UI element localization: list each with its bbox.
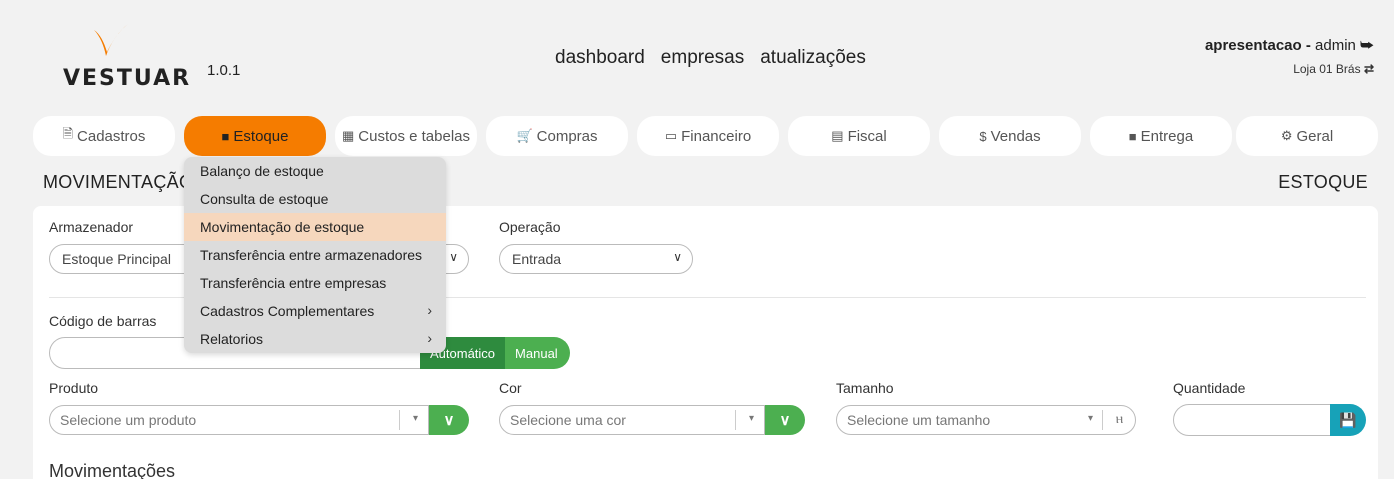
tamanho-label: Tamanho [836,380,894,396]
section-title: ESTOQUE [1278,172,1368,192]
app-version: 1.0.1 [207,62,241,79]
operacao-label: Operação [499,219,561,235]
user-role: admin [1315,37,1356,54]
menu-item-label: Cadastros Complementares [200,303,375,319]
cart-icon: 🛒 [516,128,533,143]
operacao-value: Entrada [512,251,562,267]
produto-placeholder: Selecione um produto [60,412,197,428]
gears-icon: ⚙ [1280,128,1293,143]
caret-down-icon: ▾ [1087,413,1093,424]
menu-item-cadastros-complementares[interactable]: Cadastros Complementares › [184,297,446,325]
divider [1102,410,1103,430]
tab-label: Financeiro [681,127,752,145]
cor-select[interactable]: Selecione uma cor ▾ [499,405,765,435]
tenant-name: apresentacao - [1204,37,1311,54]
dollar-icon: $ [979,128,987,144]
tab-label: Geral [1296,127,1334,145]
menu-item-label: Consulta de estoque [200,191,329,207]
module-tabs: 🗎 Cadastros ■ Estoque ▦ Custos e tabelas… [33,116,1378,156]
tab-estoque[interactable]: ■ Estoque [184,116,326,156]
quantidade-label: Quantidade [1173,380,1246,396]
menu-item-balanco[interactable]: Balanço de estoque [184,157,446,185]
tab-geral[interactable]: ⚙ Geral [1236,116,1378,156]
cor-placeholder: Selecione uma cor [510,412,626,428]
produto-confirm-button[interactable]: ∨ [429,405,469,435]
chevron-right-icon: › [427,330,432,346]
caret-down-icon: ▾ [412,413,418,424]
menu-item-transferencia-empresas[interactable]: Transferência entre empresas [184,269,446,297]
store-switcher[interactable]: Loja 01 Brás ⇄ [1293,62,1374,76]
chevron-down-icon: ∨ [673,250,682,264]
menu-item-consulta[interactable]: Consulta de estoque [184,185,446,213]
tamanho-select[interactable]: Selecione um tamanho ▾ ⲏ [836,405,1136,435]
chevron-down-icon: ∨ [779,412,791,429]
top-bar: VESTUAR 1.0.1 dashboard empresas atualiz… [0,0,1394,110]
movimentacoes-title: Movimentações [49,461,176,479]
menu-item-label: Transferência entre armazenadores [200,247,423,263]
switch-store-icon[interactable]: ⇄ [1364,62,1374,76]
tab-vendas[interactable]: $ Vendas [939,116,1081,156]
produto-select[interactable]: Selecione um produto ▾ [49,405,429,435]
tab-label: Fiscal [847,127,887,145]
menu-item-movimentacao[interactable]: Movimentação de estoque [184,213,446,241]
armazenador-label: Armazenador [49,219,134,235]
top-navigation: dashboard empresas atualizações [555,47,866,69]
brand-name: VESTUAR [63,66,192,91]
save-button[interactable]: 💾 [1330,404,1366,436]
cor-label: Cor [499,380,522,396]
tab-cadastros[interactable]: 🗎 Cadastros [33,116,175,156]
menu-item-relatorios[interactable]: Relatorios › [184,325,446,353]
divider [735,410,736,430]
tab-label: Compras [536,127,598,145]
tab-financeiro[interactable]: ▭ Financeiro [637,116,779,156]
produto-label: Produto [49,380,99,396]
store-name: Loja 01 Brás [1293,62,1361,76]
nav-empresas[interactable]: empresas [661,47,744,69]
tab-label: Entrega [1140,127,1194,145]
tamanho-placeholder: Selecione um tamanho [847,412,991,428]
truck-icon: ■ [221,128,230,144]
tab-label: Vendas [990,127,1041,145]
logout-icon[interactable]: ⮩ [1360,37,1374,54]
nav-atualizacoes[interactable]: atualizações [760,47,866,69]
codigo-barras-label: Código de barras [49,313,157,329]
truck-icon: ■ [1128,128,1137,144]
estoque-dropdown-menu: Balanço de estoque Consulta de estoque M… [184,157,446,353]
tab-custos-tabelas[interactable]: ▦ Custos e tabelas [335,116,477,156]
save-icon: 💾 [1339,411,1357,428]
menu-item-label: Balanço de estoque [200,163,324,179]
caret-down-icon: ▾ [748,413,754,424]
manual-mode-button[interactable]: Manual [505,337,570,369]
table-icon: ▦ [341,128,355,143]
chevron-right-icon: › [427,302,432,318]
chevron-down-icon: ∨ [443,412,455,429]
tab-label: Custos e tabelas [358,127,471,145]
page-title: MOVIMENTAÇÃO [43,172,194,192]
credit-card-icon: ▭ [664,128,678,143]
tab-label: Cadastros [77,127,146,145]
size-grid-icon[interactable]: ⲏ [1116,410,1123,427]
menu-item-label: Relatorios [200,331,264,347]
nav-dashboard[interactable]: dashboard [555,47,645,69]
chevron-down-icon: ∨ [449,250,458,264]
menu-item-label: Transferência entre empresas [200,275,387,291]
user-info: apresentacao - admin ⮩ [1205,37,1374,54]
cor-confirm-button[interactable]: ∨ [765,405,805,435]
operacao-select[interactable]: Entrada ∨ [499,244,693,274]
document-icon: ▤ [831,128,844,143]
quantidade-input[interactable] [1173,404,1333,436]
tab-label: Estoque [233,127,289,145]
vestuar-logo[interactable]: VESTUAR [63,22,193,92]
tab-compras[interactable]: 🛒 Compras [486,116,628,156]
tab-fiscal[interactable]: ▤ Fiscal [788,116,930,156]
divider [399,410,400,430]
menu-item-transferencia-armazenadores[interactable]: Transferência entre armazenadores [184,241,446,269]
menu-item-label: Movimentação de estoque [200,219,365,235]
tab-entrega[interactable]: ■ Entrega [1090,116,1232,156]
file-icon: 🗎 [62,126,74,141]
armazenador-value: Estoque Principal [62,251,171,267]
vestuar-logo-mark [94,24,128,56]
